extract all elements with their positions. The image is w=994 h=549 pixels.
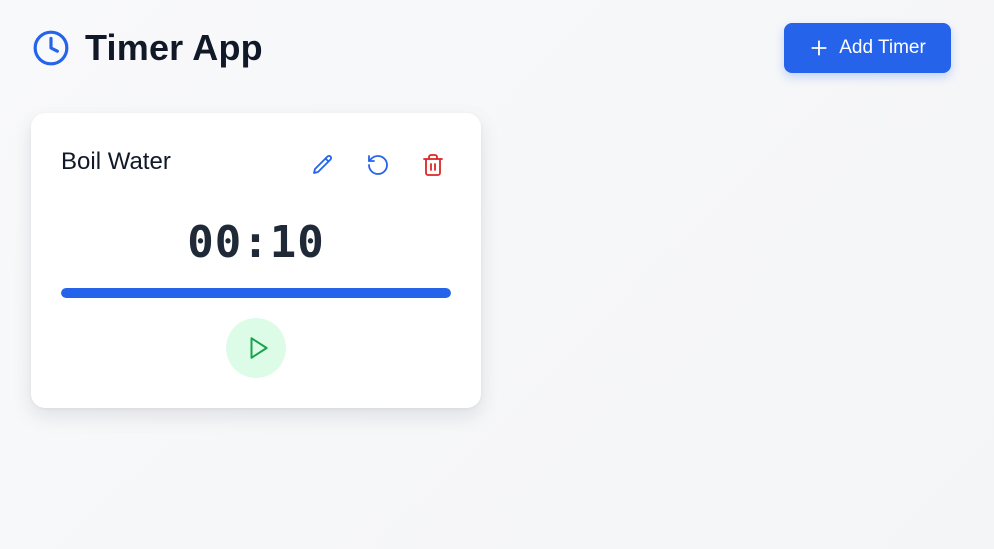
- timer-card-header: Boil Water: [61, 147, 451, 183]
- clock-icon: [31, 28, 71, 68]
- delete-timer-button[interactable]: [415, 147, 451, 183]
- reset-timer-button[interactable]: [360, 147, 396, 183]
- timer-card: Boil Water 00:10: [31, 113, 481, 408]
- timer-name: Boil Water: [61, 148, 171, 175]
- trash-icon: [421, 153, 445, 177]
- play-icon: [245, 335, 271, 361]
- timer-display: 00:10: [187, 217, 325, 268]
- progress-fill: [61, 288, 451, 298]
- timer-actions: [305, 147, 451, 183]
- app-header: Timer App Add Timer: [31, 22, 951, 74]
- pencil-icon: [311, 153, 335, 177]
- progress-bar: [61, 288, 451, 298]
- page-title: Timer App: [85, 27, 263, 68]
- add-timer-label: Add Timer: [839, 37, 926, 58]
- play-button[interactable]: [226, 318, 286, 378]
- add-timer-button[interactable]: Add Timer: [784, 23, 951, 73]
- plus-icon: [809, 38, 829, 58]
- reset-icon: [366, 153, 390, 177]
- title-group: Timer App: [31, 28, 263, 68]
- edit-timer-button[interactable]: [305, 147, 341, 183]
